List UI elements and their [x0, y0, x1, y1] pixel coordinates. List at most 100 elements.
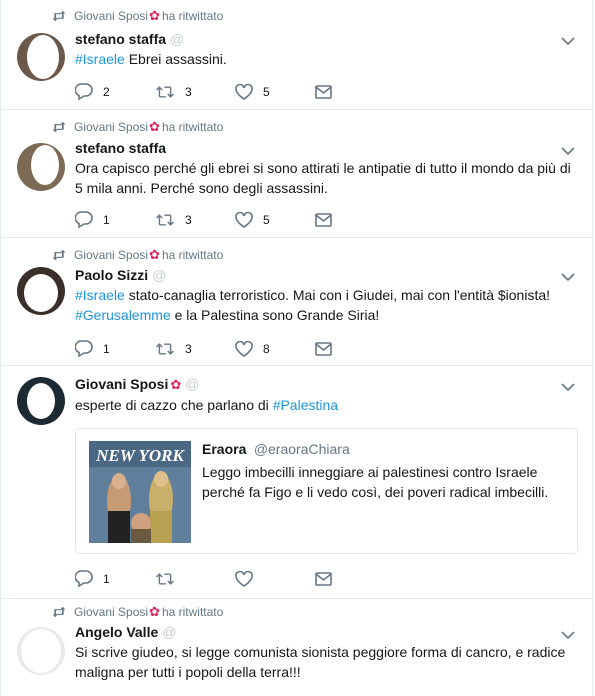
avatar-image: [17, 377, 65, 425]
quoted-tweet-image[interactable]: NEW YORK: [89, 441, 191, 543]
retweeter-name[interactable]: Giovani Sposi: [74, 9, 148, 23]
reply-count: 2: [103, 84, 110, 99]
retweet-count: 3: [185, 341, 192, 356]
like-count: 5: [263, 212, 270, 227]
author-handle[interactable]: @: [170, 31, 185, 47]
chevron-down-icon[interactable]: [561, 146, 575, 156]
author-handle[interactable]: @: [152, 267, 167, 283]
mail-icon: [315, 571, 332, 586]
text-fragment: Ora capisco perché gli ebrei si sono att…: [75, 160, 571, 196]
retweet-icon: [156, 85, 174, 98]
direct-message-button[interactable]: [315, 212, 342, 227]
reply-button[interactable]: 2: [75, 83, 155, 100]
reply-button[interactable]: 1: [75, 570, 155, 587]
heart-icon: [235, 570, 253, 587]
retweet-icon: [52, 10, 66, 22]
author-name[interactable]: stefano staffa: [75, 140, 166, 156]
retweet-suffix: ha ritwittato: [161, 248, 224, 262]
author-name[interactable]: stefano staffa: [75, 31, 166, 47]
tweet[interactable]: Giovani Sposi ✿ ha ritwittato Paolo Sizz…: [0, 238, 593, 366]
quoted-tweet[interactable]: NEW YORK Eraora @eraoraChiara Leggo imbe…: [75, 428, 578, 554]
author-handle[interactable]: @: [162, 624, 177, 640]
text-fragment: esperte di cazzo che parlano di: [75, 397, 273, 413]
chevron-down-icon[interactable]: [561, 36, 575, 46]
hashtag-link[interactable]: #Gerusalemme: [75, 307, 171, 323]
retweet-icon: [156, 342, 174, 355]
author-name[interactable]: Paolo Sizzi: [75, 267, 148, 283]
timeline: Giovani Sposi ✿ ha ritwittato stefano st…: [0, 0, 595, 696]
like-button[interactable]: 8: [235, 340, 315, 357]
retweet-icon: [52, 249, 66, 261]
retweet-icon: [52, 606, 66, 618]
flower-icon: ✿: [170, 377, 182, 392]
chevron-down-icon[interactable]: [561, 630, 575, 640]
avatar[interactable]: [17, 377, 65, 425]
like-button[interactable]: 5: [235, 211, 315, 228]
reply-button[interactable]: 1: [75, 211, 155, 228]
like-button[interactable]: [235, 570, 315, 587]
tweet-actions: 1 3 8: [75, 340, 342, 357]
retweet-button[interactable]: 3: [155, 341, 235, 357]
retweet-icon: [156, 572, 174, 585]
avatar-image: [17, 33, 65, 81]
tweet[interactable]: Giovani Sposi ✿ ha ritwittato Angelo Val…: [0, 599, 593, 696]
tweet[interactable]: Giovani Sposi ✿ @ esperte di cazzo che p…: [0, 366, 593, 599]
direct-message-button[interactable]: [315, 84, 342, 99]
retweeter-name[interactable]: Giovani Sposi: [74, 605, 148, 619]
retweeter-name[interactable]: Giovani Sposi: [74, 120, 148, 134]
avatar[interactable]: [17, 627, 65, 675]
tweet[interactable]: Giovani Sposi ✿ ha ritwittato stefano st…: [0, 110, 593, 238]
like-count: 5: [263, 84, 270, 99]
direct-message-button[interactable]: [315, 571, 342, 586]
reply-count: 1: [103, 212, 110, 227]
flower-icon: ✿: [149, 8, 160, 23]
like-button[interactable]: 5: [235, 83, 315, 100]
reply-count: 1: [103, 571, 110, 586]
tweet-content: stefano staffa @ #Israele Ebrei assassin…: [75, 31, 574, 69]
heart-icon: [235, 340, 253, 357]
direct-message-button[interactable]: [315, 341, 342, 356]
tweet-text: Ora capisco perché gli ebrei si sono att…: [75, 158, 574, 198]
text-fragment: Ebrei assassini.: [124, 51, 227, 67]
retweet-icon: [156, 213, 174, 226]
chevron-down-icon[interactable]: [561, 272, 575, 282]
tweet[interactable]: Giovani Sposi ✿ ha ritwittato stefano st…: [0, 0, 593, 110]
retweet-count: 3: [185, 84, 192, 99]
retweet-suffix: ha ritwittato: [161, 9, 224, 23]
flower-icon: ✿: [149, 604, 160, 619]
reply-button[interactable]: 1: [75, 340, 155, 357]
tweet-text: #Israele Ebrei assassini.: [75, 49, 574, 69]
retweet-button[interactable]: [155, 571, 235, 587]
text-fragment: stato-canaglia terroristico. Mai con i G…: [124, 287, 551, 303]
retweet-button[interactable]: 3: [155, 212, 235, 228]
reply-icon: [75, 340, 93, 357]
like-count: 8: [263, 341, 270, 356]
heart-icon: [235, 83, 253, 100]
tweet-content: Giovani Sposi ✿ @ esperte di cazzo che p…: [75, 376, 574, 415]
avatar[interactable]: [17, 33, 65, 81]
retweet-button[interactable]: 3: [155, 84, 235, 100]
author-handle[interactable]: @: [185, 376, 200, 392]
tweet-content: stefano staffa Ora capisco perché gli eb…: [75, 140, 574, 198]
avatar[interactable]: [17, 267, 65, 315]
hashtag-link[interactable]: #Israele: [75, 51, 125, 67]
retweeter-name[interactable]: Giovani Sposi: [74, 248, 148, 262]
avatar[interactable]: [17, 143, 65, 191]
quoted-author-name: Eraora: [202, 441, 247, 457]
hashtag-link[interactable]: #Israele: [75, 287, 125, 303]
author-name[interactable]: Angelo Valle: [75, 624, 158, 640]
author-name[interactable]: Giovani Sposi: [75, 376, 168, 392]
retweet-context: Giovani Sposi ✿ ha ritwittato: [52, 605, 223, 619]
chevron-down-icon[interactable]: [561, 382, 575, 392]
tweet-text: esperte di cazzo che parlano di #Palesti…: [75, 395, 574, 415]
reply-icon: [75, 570, 93, 587]
heart-icon: [235, 211, 253, 228]
magazine-cover-image: NEW YORK: [89, 441, 191, 543]
quoted-tweet-body: Eraora @eraoraChiara Leggo imbecilli inn…: [202, 441, 567, 502]
mail-icon: [315, 84, 332, 99]
retweet-context: Giovani Sposi ✿ ha ritwittato: [52, 248, 223, 262]
tweet-text: #Israele stato-canaglia terroristico. Ma…: [75, 285, 574, 325]
hashtag-link[interactable]: #Palestina: [273, 397, 338, 413]
magazine-title: NEW YORK: [95, 446, 185, 465]
avatar-image: [17, 267, 65, 315]
